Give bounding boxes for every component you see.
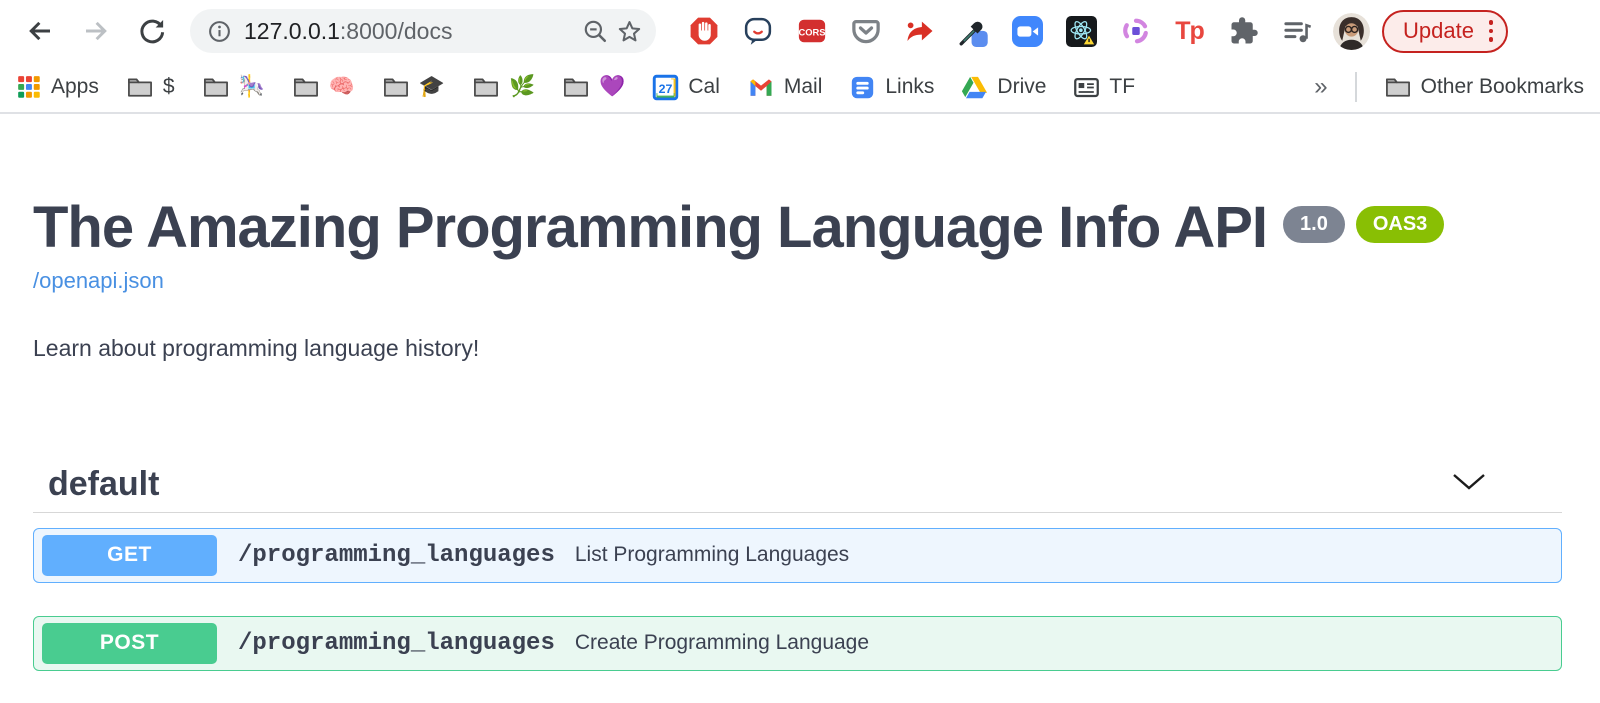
folder-icon: [1384, 73, 1412, 101]
react-devtools-extension-icon[interactable]: [1066, 16, 1097, 47]
bookmark-drive[interactable]: Drive: [961, 74, 1046, 101]
bookmark-label: 🎓: [419, 75, 445, 99]
profile-avatar[interactable]: [1333, 13, 1370, 50]
section-default-header[interactable]: default: [33, 458, 1562, 513]
url-path: :8000/docs: [340, 18, 453, 44]
google-calendar-icon: 27: [652, 74, 679, 101]
swagger-page: The Amazing Programming Language Info AP…: [0, 198, 1600, 671]
bookmark-label: Mail: [784, 75, 823, 99]
bookmark-folder-brain[interactable]: 🧠: [292, 73, 355, 101]
version-badge: 1.0: [1283, 206, 1345, 243]
toucan-tp-extension-icon[interactable]: Tp: [1174, 16, 1205, 47]
update-label: Update: [1403, 18, 1474, 44]
pocket-extension-icon[interactable]: [850, 16, 881, 47]
bookmarks-bar: Apps $ 🎠 🧠 🎓 🌿 💜 27 Cal: [0, 62, 1600, 114]
operation-path: /programming_languages: [238, 630, 555, 657]
cors-extension-icon[interactable]: CORS: [796, 16, 827, 47]
share-arrow-extension-icon[interactable]: [904, 16, 935, 47]
method-badge-post: POST: [42, 623, 217, 664]
back-arrow-icon: [25, 16, 55, 46]
operation-summary: Create Programming Language: [575, 631, 869, 655]
recycle-flower-extension-icon[interactable]: [1120, 16, 1151, 47]
api-title: The Amazing Programming Language Info AP…: [33, 198, 1267, 259]
browser-toolbar: 127.0.0.1:8000/docs CORS: [0, 0, 1600, 62]
zoom-out-page-icon[interactable]: [578, 14, 612, 48]
operation-get-row[interactable]: GET /programming_languages List Programm…: [33, 528, 1562, 583]
bookmark-label: $: [163, 75, 175, 99]
svg-text:CORS: CORS: [798, 27, 825, 37]
links-doc-icon: [849, 74, 876, 101]
reload-icon: [137, 16, 167, 46]
forward-button[interactable]: [73, 8, 119, 54]
section-default: default GET /programming_languages List …: [33, 458, 1562, 671]
bookmark-star-icon[interactable]: [612, 14, 646, 48]
svg-text:27: 27: [659, 82, 673, 96]
bookmark-mail[interactable]: Mail: [747, 73, 823, 101]
bookmark-label: Drive: [997, 75, 1046, 99]
operation-post-row[interactable]: POST /programming_languages Create Progr…: [33, 616, 1562, 671]
operation-summary: List Programming Languages: [575, 543, 849, 567]
openapi-spec-link[interactable]: /openapi.json: [33, 268, 164, 294]
update-menu-button[interactable]: Update: [1382, 10, 1508, 53]
forward-arrow-icon: [81, 16, 111, 46]
bookmark-label: 🎠: [239, 75, 265, 99]
operation-path: /programming_languages: [238, 542, 555, 569]
bookmark-cal[interactable]: 27 Cal: [652, 74, 720, 101]
bookmarks-overflow-chevron[interactable]: »: [1314, 73, 1327, 101]
bookmark-tf[interactable]: TF: [1073, 74, 1135, 101]
folder-icon: [562, 73, 590, 101]
method-badge-get: GET: [42, 535, 217, 576]
oas3-badge: OAS3: [1356, 206, 1444, 243]
url-text[interactable]: 127.0.0.1:8000/docs: [244, 18, 570, 45]
bookmark-label: 🧠: [329, 75, 355, 99]
bookmark-label: Apps: [51, 75, 99, 99]
bookmark-label: 🌿: [509, 75, 535, 99]
music-playlist-icon[interactable]: [1282, 16, 1313, 47]
bookmark-label: Cal: [688, 75, 720, 99]
bookmark-links[interactable]: Links: [849, 74, 934, 101]
bookmark-folder-school[interactable]: 🎓: [382, 73, 445, 101]
bookmark-label: Links: [885, 75, 934, 99]
folder-icon: [382, 73, 410, 101]
site-info-icon[interactable]: [202, 14, 236, 48]
url-host: 127.0.0.1: [244, 18, 340, 44]
bookmark-folder-carousel[interactable]: 🎠: [202, 73, 265, 101]
folder-icon: [126, 73, 154, 101]
bookmark-apps[interactable]: Apps: [16, 74, 99, 100]
bookmarks-divider: [1355, 72, 1357, 102]
api-info-block: The Amazing Programming Language Info AP…: [33, 198, 1562, 362]
card-outline-icon: [1073, 74, 1100, 101]
folder-icon: [472, 73, 500, 101]
color-picker-extension-icon[interactable]: [958, 16, 989, 47]
kebab-menu-icon: [1489, 20, 1494, 42]
extensions-row: CORS Tp: [688, 16, 1313, 47]
chat-bubble-extension-icon[interactable]: [742, 16, 773, 47]
other-bookmarks[interactable]: Other Bookmarks: [1384, 73, 1584, 101]
apps-grid-icon: [16, 74, 42, 100]
folder-icon: [202, 73, 230, 101]
adblock-stop-hand-icon[interactable]: [688, 16, 719, 47]
extensions-puzzle-icon[interactable]: [1228, 16, 1259, 47]
bookmark-folder-herb[interactable]: 🌿: [472, 73, 535, 101]
folder-icon: [292, 73, 320, 101]
reload-button[interactable]: [129, 8, 175, 54]
address-bar[interactable]: 127.0.0.1:8000/docs: [190, 9, 656, 53]
other-bookmarks-label: Other Bookmarks: [1421, 75, 1584, 99]
back-button[interactable]: [17, 8, 63, 54]
browser-chrome: 127.0.0.1:8000/docs CORS: [0, 0, 1600, 114]
google-drive-icon: [961, 74, 988, 101]
gmail-icon: [747, 73, 775, 101]
bookmark-folder-heart[interactable]: 💜: [562, 73, 625, 101]
bookmark-label: 💜: [599, 75, 625, 99]
bookmark-label: TF: [1109, 75, 1135, 99]
zoom-video-extension-icon[interactable]: [1012, 16, 1043, 47]
collapse-chevron-icon[interactable]: [1451, 472, 1487, 497]
section-title: default: [48, 465, 159, 504]
api-description: Learn about programming language history…: [33, 335, 1562, 362]
bookmark-folder-money[interactable]: $: [126, 73, 175, 101]
